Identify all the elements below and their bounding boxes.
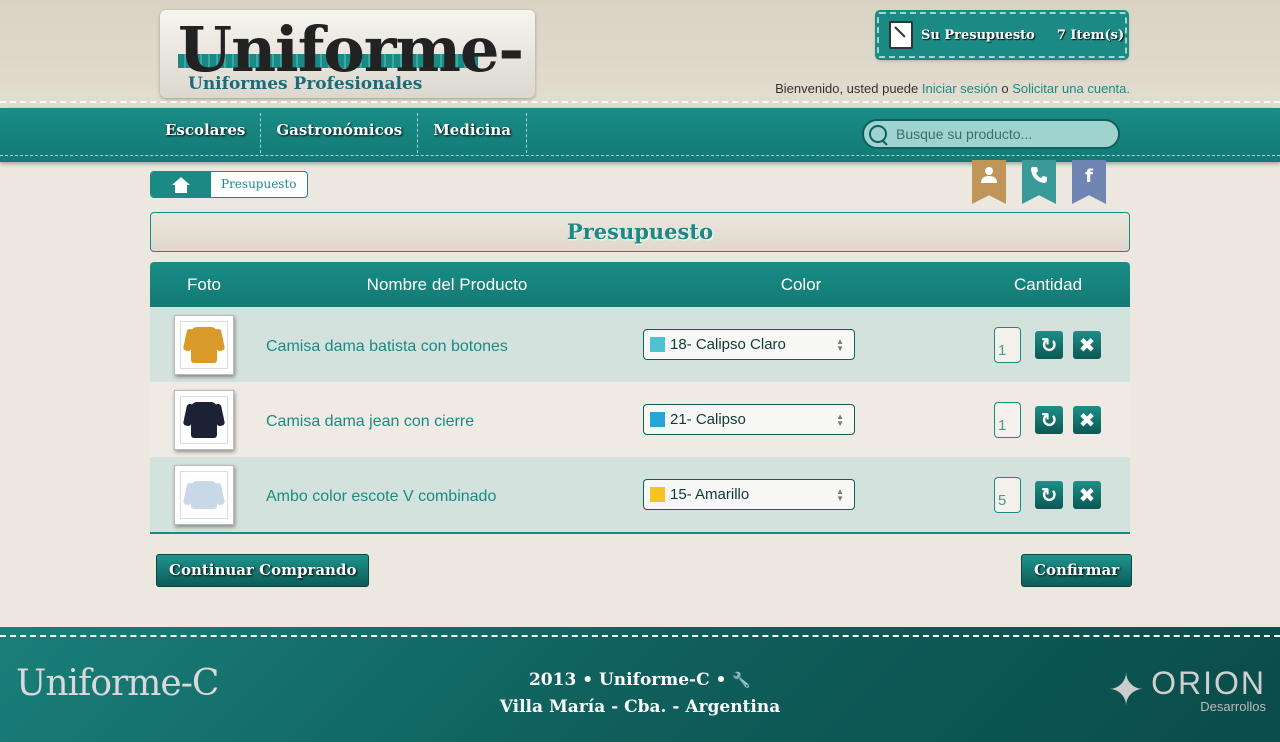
close-icon: ✖ <box>1078 332 1096 357</box>
logo-subtitle: Uniformes Profesionales <box>188 74 423 94</box>
nav-items: Escolares Gastronómicos Medicina <box>150 113 527 153</box>
orion-name: ORION <box>1151 665 1266 701</box>
footer-logo[interactable]: Uniforme-C <box>16 663 219 704</box>
color-select[interactable]: 21- Calipso ▲ ▼ <box>643 404 855 435</box>
wrench-icon[interactable]: 🔧 <box>732 667 751 694</box>
product-thumbnail[interactable] <box>174 464 234 525</box>
site-logo[interactable]: Uniforme-C Uniformes Profesionales <box>160 10 535 98</box>
breadcrumb-home[interactable] <box>151 172 211 197</box>
product-name[interactable]: Camisa dama batista con botones <box>258 334 636 356</box>
home-icon <box>172 176 190 193</box>
shirt-image <box>191 326 217 363</box>
quantity-input[interactable]: 1 <box>994 401 1021 438</box>
quantity-cell: 1 ↻ ✖ <box>966 401 1130 438</box>
refresh-icon: ↻ <box>1040 482 1058 507</box>
remove-button[interactable]: ✖ <box>1073 405 1101 434</box>
select-arrows-icon: ▲ ▼ <box>836 487 844 503</box>
select-arrows-icon: ▲ ▼ <box>836 412 844 428</box>
color-value: 18- Calipso Claro <box>670 336 786 353</box>
footer-credits: 2013 • Uniforme-C • 🔧 Villa María - Cba.… <box>440 667 840 721</box>
select-arrows-icon: ▲ ▼ <box>836 337 844 353</box>
product-photo-cell <box>150 314 258 375</box>
developer-logo[interactable]: ✦ ORION Desarrollos <box>1101 667 1266 714</box>
site-header: Uniforme-C Uniformes Profesionales Su Pr… <box>0 0 1280 108</box>
site-footer: Uniforme-C 2013 • Uniforme-C • 🔧 Villa M… <box>0 627 1280 742</box>
welcome-message: Bienvenido, usted puede Iniciar sesión o… <box>775 81 1130 96</box>
remove-button[interactable]: ✖ <box>1073 330 1101 359</box>
budget-cart-button[interactable]: Su Presupuesto 7 Item(s) <box>877 12 1127 58</box>
color-swatch <box>650 337 665 352</box>
update-button[interactable]: ↻ <box>1035 330 1063 359</box>
search-input[interactable] <box>896 126 1106 142</box>
color-select[interactable]: 15- Amarillo ▲ ▼ <box>643 479 855 510</box>
color-value: 15- Amarillo <box>670 486 750 503</box>
header-product-name: Nombre del Producto <box>366 274 528 294</box>
welcome-middle: o <box>997 81 1013 96</box>
product-photo-cell <box>150 464 258 525</box>
quantity-cell: 1 ↻ ✖ <box>966 326 1130 363</box>
facebook-ribbon[interactable]: f <box>1072 160 1106 204</box>
cart-count: 7 Item(s) <box>1056 27 1125 43</box>
update-button[interactable]: ↻ <box>1035 405 1063 434</box>
nav-item-medicina[interactable]: Medicina <box>418 113 527 153</box>
nav-item-gastronomicos[interactable]: Gastronómicos <box>261 113 419 153</box>
phone-icon <box>1031 167 1047 183</box>
orion-brand: ORION Desarrollos <box>1151 667 1266 714</box>
color-swatch <box>650 487 665 502</box>
orion-sub: Desarrollos <box>1200 699 1266 714</box>
footer-line-1: 2013 • Uniforme-C • 🔧 <box>440 667 840 694</box>
header-color: Color <box>780 274 822 294</box>
page-title: Presupuesto <box>150 212 1130 252</box>
nav-item-escolares[interactable]: Escolares <box>150 113 262 153</box>
star-logo-icon: ✦ <box>1107 664 1145 716</box>
breadcrumb: Presupuesto <box>150 171 308 198</box>
refresh-icon: ↻ <box>1040 332 1058 357</box>
cart-label: Su Presupuesto <box>921 27 1035 43</box>
refresh-icon: ↻ <box>1040 407 1058 432</box>
table-row: Camisa dama batista con botones 18- Cali… <box>150 307 1130 382</box>
product-name[interactable]: Ambo color escote V combinado <box>258 484 636 506</box>
color-cell: 18- Calipso Claro ▲ ▼ <box>636 329 966 360</box>
search-icon[interactable] <box>868 124 888 144</box>
header-quantity: Cantidad <box>1013 274 1083 294</box>
table-header: Foto Nombre del Producto Color Cantidad <box>150 262 1130 307</box>
phone-ribbon[interactable] <box>1022 160 1056 204</box>
user-ribbon[interactable] <box>972 160 1006 204</box>
close-icon: ✖ <box>1078 407 1096 432</box>
user-icon <box>981 167 997 183</box>
product-photo-cell <box>150 389 258 450</box>
color-cell: 15- Amarillo ▲ ▼ <box>636 479 966 510</box>
signup-link[interactable]: Solicitar una cuenta. <box>1012 81 1130 96</box>
welcome-prefix: Bienvenido, usted puede <box>775 81 922 96</box>
footer-location: Villa María - Cba. - Argentina <box>499 697 781 717</box>
color-cell: 21- Calipso ▲ ▼ <box>636 404 966 435</box>
table-row: Ambo color escote V combinado 15- Amaril… <box>150 457 1130 532</box>
color-select[interactable]: 18- Calipso Claro ▲ ▼ <box>643 329 855 360</box>
login-link[interactable]: Iniciar sesión <box>922 81 998 96</box>
close-icon: ✖ <box>1078 482 1096 507</box>
remove-button[interactable]: ✖ <box>1073 480 1101 509</box>
shirt-image <box>191 480 217 509</box>
header-photo: Foto <box>186 274 222 294</box>
confirm-button[interactable]: Confirmar <box>1021 554 1133 587</box>
product-thumbnail[interactable] <box>174 314 234 375</box>
product-thumbnail[interactable] <box>174 389 234 450</box>
facebook-icon: f <box>1085 166 1093 187</box>
shirt-image <box>191 401 217 438</box>
quantity-input[interactable]: 5 <box>994 476 1021 513</box>
search-bar <box>862 119 1120 149</box>
color-value: 21- Calipso <box>670 411 746 428</box>
quantity-input[interactable]: 1 <box>994 326 1021 363</box>
budget-table: Foto Nombre del Producto Color Cantidad … <box>150 262 1130 534</box>
breadcrumb-current: Presupuesto <box>221 177 297 191</box>
product-name[interactable]: Camisa dama jean con cierre <box>258 409 636 431</box>
table-row: Camisa dama jean con cierre 21- Calipso … <box>150 382 1130 457</box>
continue-shopping-button[interactable]: Continuar Comprando <box>156 554 370 587</box>
color-swatch <box>650 412 665 427</box>
quantity-cell: 5 ↻ ✖ <box>966 476 1130 513</box>
clipboard-icon <box>889 21 913 49</box>
update-button[interactable]: ↻ <box>1035 480 1063 509</box>
footer-copyright: 2013 • Uniforme-C • <box>528 670 727 690</box>
